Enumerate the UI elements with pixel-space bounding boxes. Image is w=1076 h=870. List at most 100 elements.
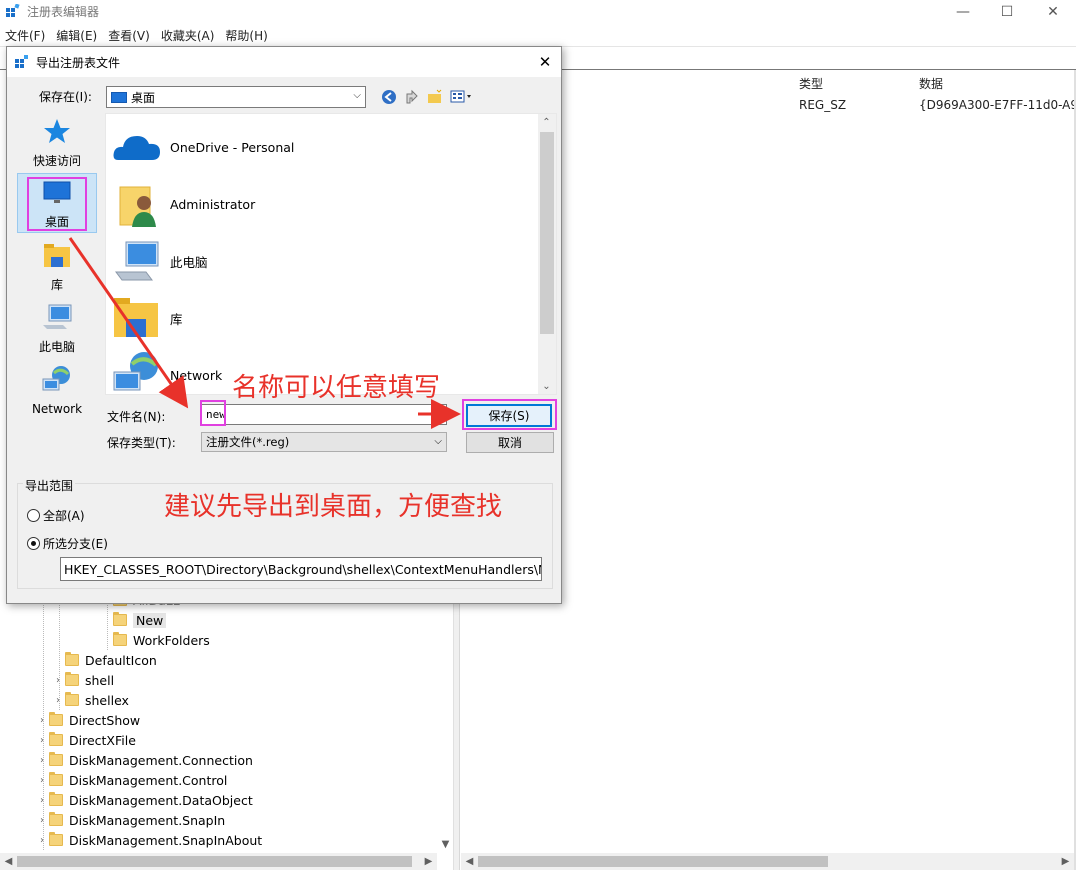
dialog-close-button[interactable]: ✕ [533,51,557,73]
column-header-data[interactable]: 数据 [919,75,943,92]
place-library[interactable]: 库 [17,241,97,293]
list-item[interactable]: Network [112,350,222,394]
place-quick-access[interactable]: 快速访问 [17,117,97,169]
star-icon [44,119,70,143]
folder-icon [113,632,127,646]
registry-editor-icon [6,4,20,17]
chevron-right-icon[interactable]: › [51,695,65,706]
branch-path-input[interactable]: HKEY_CLASSES_ROOT\Directory\Background\s… [60,557,542,581]
scroll-thumb[interactable] [17,856,412,867]
menu-file[interactable]: 文件(F) [0,25,51,45]
place-network[interactable]: Network [17,365,97,416]
tree-item-diskmgmt-connection[interactable]: › DiskManagement.Connection [35,750,253,770]
scroll-thumb[interactable] [478,856,828,867]
computer-icon [43,304,72,329]
file-list[interactable]: OneDrive - Personal Administrator 此电脑 库 … [105,113,557,395]
chevron-right-icon[interactable]: ▶ [420,853,437,870]
menu-favorites[interactable]: 收藏夹(A) [156,25,221,45]
save-in-dropdown[interactable]: 桌面 ⌵ [106,86,366,108]
tree-item-shellex[interactable]: › shellex [51,690,129,710]
chevron-right-icon[interactable]: ▶ [1057,853,1074,870]
highlight-desktop [27,177,87,231]
highlight-filename [200,400,226,426]
filename-input[interactable]: new [201,404,447,425]
list-item[interactable]: 此电脑 [112,236,208,286]
place-this-pc[interactable]: 此电脑 [17,303,97,355]
scroll-thumb[interactable] [540,132,554,334]
tree-item-directxfile[interactable]: › DirectXFile [35,730,136,750]
chevron-right-icon[interactable]: › [35,735,49,746]
export-range-legend: 导出范围 [23,477,76,494]
computer-icon [115,241,159,281]
dialog-title-bar: 导出注册表文件 ✕ [7,47,561,77]
cancel-button[interactable]: 取消 [466,432,554,453]
column-header-type[interactable]: 类型 [799,75,823,92]
back-icon[interactable] [380,88,398,106]
note-desktop: 建议先导出到桌面，方便查找 [164,492,503,522]
tree-item-workfolders[interactable]: WorkFolders [113,630,210,650]
folder-icon [65,652,79,666]
minimize-button[interactable]: — [940,0,986,24]
menu-edit[interactable]: 编辑(E) [51,25,103,45]
chevron-down-icon[interactable]: ▼ [437,836,454,853]
folder-icon [49,772,63,786]
chevron-right-icon[interactable]: › [35,775,49,786]
chevron-right-icon[interactable]: › [35,795,49,806]
tree-item-defaulticon[interactable]: DefaultIcon [51,650,157,670]
list-item[interactable]: OneDrive - Personal [112,122,294,172]
user-folder-icon [119,186,156,227]
chevron-right-icon[interactable]: › [51,675,65,686]
folder-icon [49,832,63,846]
chevron-down-icon[interactable]: ⌄ [538,378,555,394]
radio-all[interactable]: 全部(A) [27,507,85,524]
menu-bar: 文件(F) 编辑(E) 查看(V) 收藏夹(A) 帮助(H) [0,25,1076,45]
tree-item-diskmgmt-snapin[interactable]: › DiskManagement.SnapIn [35,810,225,830]
places-bar: 快速访问 桌面 库 此电脑 Network [13,113,101,468]
note-filename: 名称可以任意填写 [232,373,441,403]
list-item[interactable]: 库 [112,293,183,343]
folder-icon [49,752,63,766]
list-item[interactable]: Administrator [112,179,255,229]
folder-icon [49,812,63,826]
desktop-icon [111,91,127,103]
radio-button[interactable] [27,509,40,522]
radio-selected-branch[interactable]: 所选分支(E) [27,535,108,552]
tree-horizontal-scrollbar[interactable]: ◀ ▶ [0,853,437,870]
folder-icon [49,732,63,746]
tree-item-directshow[interactable]: › DirectShow [35,710,140,730]
view-menu-icon[interactable] [449,88,477,106]
save-in-label: 保存在(I): [39,90,92,104]
tree-item-new[interactable]: New [113,610,167,630]
maximize-button[interactable]: ☐ [984,0,1030,24]
file-list-scrollbar[interactable]: ⌃ ⌄ [538,114,556,394]
chevron-up-icon[interactable]: ⌃ [538,114,555,131]
menu-view[interactable]: 查看(V) [103,25,156,45]
filename-label: 文件名(N): [107,410,166,424]
onedrive-icon [113,136,160,160]
filetype-dropdown[interactable]: 注册文件(*.reg) ⌵ [201,432,447,452]
window-title: 注册表编辑器 [27,5,100,19]
new-folder-icon[interactable] [426,88,444,106]
chevron-left-icon[interactable]: ◀ [0,853,17,870]
folder-icon [113,612,127,626]
tree-item-diskmgmt-dataobject[interactable]: › DiskManagement.DataObject [35,790,253,810]
tree-item-shell[interactable]: › shell [51,670,114,690]
highlight-save-button [462,399,557,430]
close-button[interactable]: ✕ [1030,0,1076,24]
tree-item-diskmgmt-snapinabout[interactable]: › DiskManagement.SnapInAbout [35,830,262,850]
chevron-right-icon[interactable]: › [35,835,49,846]
chevron-right-icon[interactable]: › [35,715,49,726]
library-icon [114,298,158,337]
tree-item-diskmgmt-control[interactable]: › DiskManagement.Control [35,770,227,790]
network-icon [113,352,158,391]
radio-button[interactable] [27,537,40,550]
chevron-right-icon[interactable]: › [35,815,49,826]
chevron-left-icon[interactable]: ◀ [461,853,478,870]
up-folder-icon[interactable] [403,88,421,106]
library-icon [44,244,70,267]
folder-icon [49,712,63,726]
values-horizontal-scrollbar[interactable]: ◀ ▶ [461,853,1074,870]
folder-icon [65,672,79,686]
chevron-right-icon[interactable]: › [35,755,49,766]
menu-help[interactable]: 帮助(H) [220,25,273,45]
